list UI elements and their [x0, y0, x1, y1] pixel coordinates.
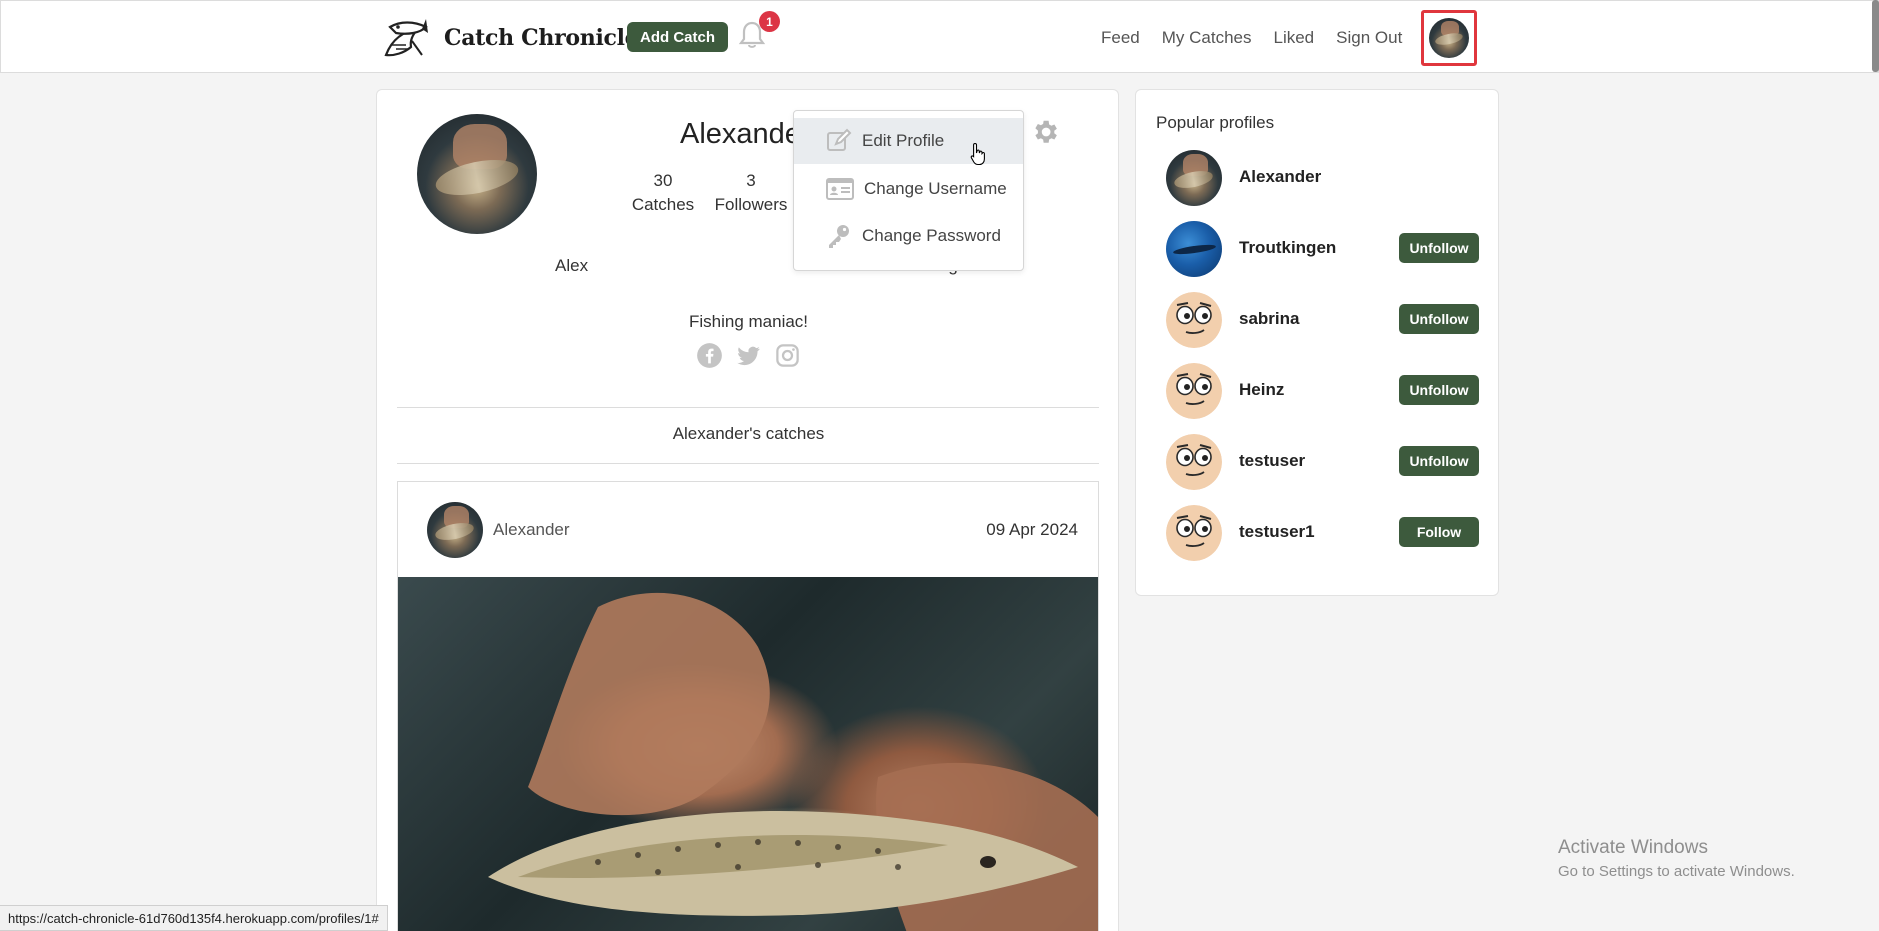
social-links [696, 342, 801, 369]
nav-link-feed[interactable]: Feed [1101, 28, 1140, 48]
unfollow-button[interactable]: Unfollow [1399, 446, 1479, 476]
popular-profile-row: Heinz Unfollow [1166, 363, 1486, 421]
avatar [1429, 18, 1469, 58]
avatar[interactable] [1166, 221, 1222, 277]
divider [397, 463, 1099, 464]
popular-profile-row: testuser Unfollow [1166, 434, 1486, 492]
windows-activation-watermark: Activate Windows Go to Settings to activ… [1558, 837, 1795, 880]
popular-profile-row: Alexander [1166, 150, 1486, 208]
popular-profiles-title: Popular profiles [1156, 113, 1275, 132]
popular-profile-row: testuser1 Follow [1166, 505, 1486, 563]
profile-name[interactable]: Troutkingen [1239, 238, 1336, 258]
key-icon [829, 225, 849, 248]
avatar[interactable] [1166, 505, 1222, 561]
avatar[interactable] [1166, 150, 1222, 206]
dropdown-item-label: Change Password [862, 226, 1001, 245]
profile-name: Alexander [680, 118, 811, 150]
link-status-bar: https://catch-chronicle-61d760d135f4.her… [0, 905, 388, 931]
navbar: Catch Chronicle Add Catch 1 Feed My Catc… [0, 0, 1879, 73]
cartoon-face-icon [1166, 505, 1222, 561]
fish-logo-icon [384, 19, 428, 57]
post-author-avatar[interactable] [427, 502, 483, 558]
unfollow-button[interactable]: Unfollow [1399, 233, 1479, 263]
hand-cursor-icon [970, 142, 985, 166]
profile-first-name: Alex [555, 256, 589, 275]
nav-link-liked[interactable]: Liked [1274, 28, 1315, 48]
profile-name[interactable]: testuser [1239, 451, 1305, 471]
follow-button[interactable]: Follow [1399, 517, 1479, 547]
brand-name: Catch Chronicle [444, 25, 639, 51]
unfollow-button[interactable]: Unfollow [1399, 375, 1479, 405]
profile-avatar-link[interactable] [1421, 10, 1477, 66]
nav-link-sign-out[interactable]: Sign Out [1336, 28, 1402, 48]
catches-label: Catches [631, 195, 695, 214]
nav-link-my-catches[interactable]: My Catches [1162, 28, 1252, 48]
stat-followers: 3 Followers [711, 169, 791, 217]
dropdown-change-password[interactable]: Change Password [794, 213, 1023, 259]
post-date: 09 Apr 2024 [986, 520, 1078, 539]
post-author[interactable]: Alexander [493, 520, 570, 540]
twitter-icon[interactable] [735, 342, 762, 369]
avatar[interactable] [1166, 434, 1222, 490]
cartoon-face-icon [1166, 434, 1222, 490]
watermark-subtitle: Go to Settings to activate Windows. [1558, 863, 1795, 880]
profile-name[interactable]: Heinz [1239, 380, 1284, 400]
stat-catches: 30 Catches [631, 169, 695, 217]
divider [397, 407, 1099, 408]
profile-avatar [417, 114, 537, 234]
catch-image[interactable] [398, 577, 1098, 931]
catch-post: Alexander 09 Apr 2024 [397, 481, 1099, 931]
id-card-icon [826, 178, 854, 200]
followers-count: 3 [746, 171, 756, 190]
dropdown-change-username[interactable]: Change Username [794, 166, 1023, 212]
trout-in-hands-image [488, 592, 1098, 931]
catches-heading: Alexander's catches [672, 424, 825, 443]
popular-profile-row: Troutkingen Unfollow [1166, 221, 1486, 279]
popular-profile-row: sabrina Unfollow [1166, 292, 1486, 350]
avatar[interactable] [1166, 292, 1222, 348]
cartoon-face-icon [1166, 292, 1222, 348]
edit-icon [827, 128, 852, 151]
settings-gear[interactable] [1030, 117, 1060, 147]
watermark-title: Activate Windows [1558, 837, 1708, 858]
profile-name[interactable]: Alexander [1239, 167, 1321, 187]
brand[interactable]: Catch Chronicle [382, 15, 639, 61]
popular-profiles-card: Popular profiles Alexander Troutkingen U… [1135, 89, 1499, 596]
notification-badge: 1 [759, 11, 780, 32]
dropdown-item-label: Change Username [864, 179, 1007, 198]
catches-count: 30 [653, 171, 673, 190]
profile-name[interactable]: sabrina [1239, 309, 1299, 329]
profile-name[interactable]: testuser1 [1239, 522, 1315, 542]
instagram-icon[interactable] [774, 342, 801, 369]
facebook-icon[interactable] [696, 342, 723, 369]
page-scrollbar[interactable] [1872, 0, 1879, 72]
avatar[interactable] [1166, 363, 1222, 419]
settings-dropdown: Edit Profile Change Username Change Pass… [793, 110, 1024, 271]
add-catch-button[interactable]: Add Catch [627, 22, 728, 52]
profile-bio: Fishing maniac! [688, 312, 809, 331]
dropdown-edit-profile[interactable]: Edit Profile [794, 118, 1023, 164]
followers-label: Followers [714, 195, 788, 214]
cartoon-face-icon [1166, 363, 1222, 419]
gear-icon [1035, 120, 1057, 143]
dropdown-item-label: Edit Profile [862, 131, 945, 150]
unfollow-button[interactable]: Unfollow [1399, 304, 1479, 334]
nav-links: Feed My Catches Liked Sign Out [1101, 25, 1424, 51]
